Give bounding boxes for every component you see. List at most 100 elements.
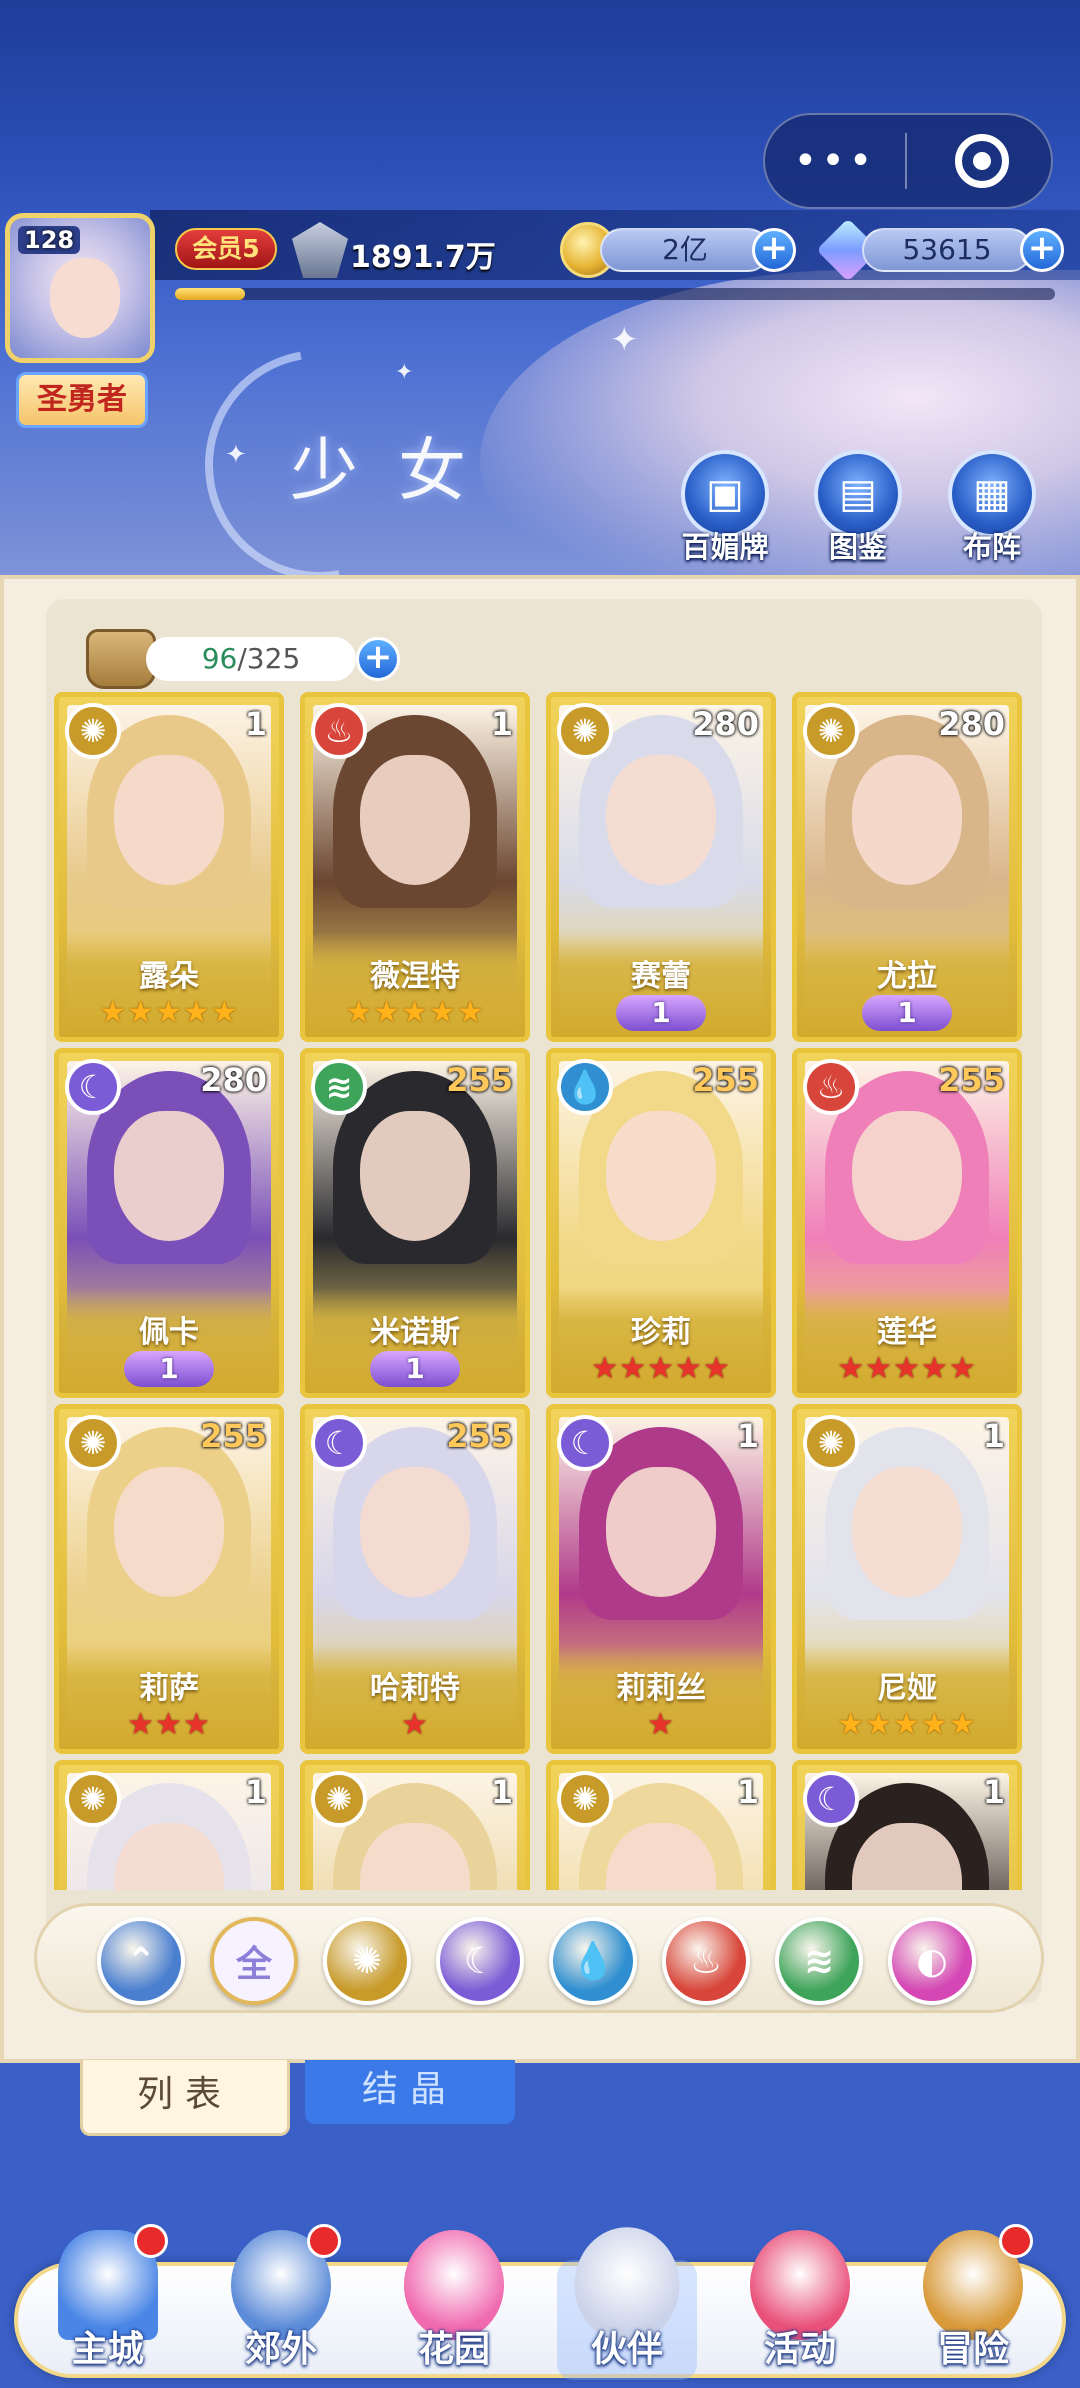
sparkle-icon: ✦ — [225, 440, 247, 470]
sun-icon: ✺ — [65, 1415, 121, 1471]
character-level: 255 — [692, 1061, 759, 1099]
character-name: 莲华 — [877, 1315, 937, 1350]
sun-icon: ✺ — [557, 1771, 613, 1827]
moon-icon: ☾ — [803, 1771, 859, 1827]
partner-panel: 96/325 + ✺ 1 露朵 ★★★★★ ♨ 1 薇涅特 ★★★★★ ✺ 280 赛蕾 1 ✺ 280 尤… — [0, 575, 1080, 2063]
close-target-icon[interactable] — [955, 134, 1009, 188]
character-card[interactable]: ☾ 1 — [792, 1760, 1022, 1890]
character-level: 1 — [244, 705, 267, 743]
nav-item[interactable]: 花园 — [374, 2220, 534, 2380]
all-icon[interactable]: 全 — [210, 1917, 298, 2005]
star-rating: ★ — [401, 1707, 429, 1742]
sparkle-icon: ✦ — [610, 320, 639, 360]
character-card[interactable]: ✺ 1 — [300, 1760, 530, 1890]
player-avatar[interactable]: 128 — [5, 213, 155, 363]
awaken-wing-badge: 1 — [616, 995, 706, 1031]
notification-dot — [999, 2224, 1033, 2258]
character-card[interactable]: ☾ 255 哈莉特 ★ — [300, 1404, 530, 1754]
charm-icon[interactable]: ◐ — [888, 1917, 976, 2005]
character-level: 1 — [982, 1417, 1005, 1455]
character-name: 珍莉 — [631, 1315, 691, 1350]
moon-icon: ☾ — [557, 1415, 613, 1471]
star-rating: ★★★★★ — [837, 1707, 977, 1742]
character-card[interactable]: ✺ 1 — [54, 1760, 284, 1890]
player-title-badge[interactable]: 圣勇者 — [16, 372, 148, 428]
character-card[interactable]: ☾ 280 佩卡 1 — [54, 1048, 284, 1398]
character-card[interactable]: ♨ 255 莲华 ★★★★★ — [792, 1048, 1022, 1398]
wind-icon[interactable]: ≋ — [775, 1917, 863, 2005]
mini-program-capsule: ••• — [763, 113, 1053, 209]
expand-bag-button[interactable]: + — [356, 637, 400, 681]
awaken-wing-badge: 1 — [124, 1351, 214, 1387]
character-card[interactable]: ✺ 280 尤拉 1 — [792, 692, 1022, 1042]
sun-icon: ✺ — [65, 1771, 121, 1827]
add-gold-button[interactable]: + — [752, 228, 796, 272]
character-level: 255 — [938, 1061, 1005, 1099]
fire-icon: ♨ — [311, 703, 367, 759]
character-level: 255 — [446, 1417, 513, 1455]
awaken-wing-badge: 1 — [862, 995, 952, 1031]
character-card[interactable]: ✺ 1 露朵 ★★★★★ — [54, 692, 284, 1042]
vip-badge[interactable]: 会员5 — [175, 228, 277, 270]
water-drop-icon[interactable]: 💧 — [549, 1917, 637, 2005]
character-name: 露朵 — [139, 959, 199, 994]
bag-total: /325 — [237, 642, 301, 675]
character-name: 莉萨 — [139, 1671, 199, 1706]
formation-button[interactable]: ▦ 布阵 — [942, 450, 1042, 566]
nav-item[interactable]: 伙伴 — [547, 2220, 707, 2380]
nav-item[interactable]: 冒险 — [893, 2220, 1053, 2380]
character-name: 薇涅特 — [370, 959, 460, 994]
character-level: 280 — [200, 1061, 267, 1099]
character-name: 莉莉丝 — [616, 1671, 706, 1706]
ascend-icon[interactable]: ⌃ — [97, 1917, 185, 2005]
nav-label: 郊外 — [244, 2329, 317, 2370]
character-card[interactable]: ≋ 255 米诺斯 1 — [300, 1048, 530, 1398]
fire-icon[interactable]: ♨ — [662, 1917, 750, 2005]
character-card[interactable]: ✺ 255 莉萨 ★★★ — [54, 1404, 284, 1754]
sun-icon: ✺ — [311, 1771, 367, 1827]
character-level: 280 — [692, 705, 759, 743]
nav-label: 活动 — [763, 2329, 836, 2370]
water-drop-icon: 💧 — [557, 1059, 613, 1115]
character-card[interactable]: ✺ 1 — [546, 1760, 776, 1890]
exp-bar-fill — [175, 288, 246, 300]
capsule-divider — [905, 133, 907, 189]
gold-amount: 2亿 — [600, 228, 770, 272]
add-diamond-button[interactable]: + — [1020, 228, 1064, 272]
notification-dot — [307, 2224, 341, 2258]
gallery-button[interactable]: ▤ 图鉴 — [808, 450, 908, 566]
moon-icon: ☾ — [311, 1415, 367, 1471]
character-card[interactable]: 💧 255 珍莉 ★★★★★ — [546, 1048, 776, 1398]
card-deck-button[interactable]: ▣ 百媚牌 — [675, 450, 775, 566]
tab-crystal[interactable]: 结晶 — [305, 2060, 515, 2124]
formation-label: 布阵 — [962, 530, 1021, 564]
gallery-label: 图鉴 — [828, 530, 887, 564]
diamond-amount: 53615 — [862, 228, 1032, 272]
card-deck-label: 百媚牌 — [681, 530, 769, 564]
notification-dot — [134, 2224, 168, 2258]
nav-item[interactable]: 活动 — [720, 2220, 880, 2380]
character-name: 哈莉特 — [370, 1671, 460, 1706]
character-level: 1 — [244, 1773, 267, 1811]
element-filter-bar: ⌃ 全 ✺ ☾ 💧 ♨ ≋ ◐ — [34, 1903, 1044, 2013]
character-card[interactable]: ☾ 1 莉莉丝 ★ — [546, 1404, 776, 1754]
sun-icon: ✺ — [803, 1415, 859, 1471]
sparkle-icon: ✦ — [395, 360, 414, 385]
nav-item[interactable]: 主城 — [28, 2220, 188, 2380]
nav-item[interactable]: 郊外 — [201, 2220, 361, 2380]
character-name: 尤拉 — [877, 959, 937, 994]
character-card[interactable]: ♨ 1 薇涅特 ★★★★★ — [300, 692, 530, 1042]
moon-icon[interactable]: ☾ — [436, 1917, 524, 2005]
character-level: 255 — [200, 1417, 267, 1455]
sun-icon: ✺ — [557, 703, 613, 759]
avatar-face — [50, 258, 120, 338]
character-level: 1 — [490, 705, 513, 743]
character-grid[interactable]: ✺ 1 露朵 ★★★★★ ♨ 1 薇涅特 ★★★★★ ✺ 280 赛蕾 1 ✺ 280 尤拉 1 ☾ 280 佩卡 1… — [54, 692, 1032, 1890]
nav-label: 主城 — [71, 2329, 144, 2370]
bag-capacity: 96/325 + — [86, 629, 406, 689]
sun-icon[interactable]: ✺ — [323, 1917, 411, 2005]
more-options-icon[interactable]: ••• — [765, 141, 905, 181]
character-card[interactable]: ✺ 1 尼娅 ★★★★★ — [792, 1404, 1022, 1754]
tab-list[interactable]: 列表 — [80, 2060, 290, 2136]
character-card[interactable]: ✺ 280 赛蕾 1 — [546, 692, 776, 1042]
